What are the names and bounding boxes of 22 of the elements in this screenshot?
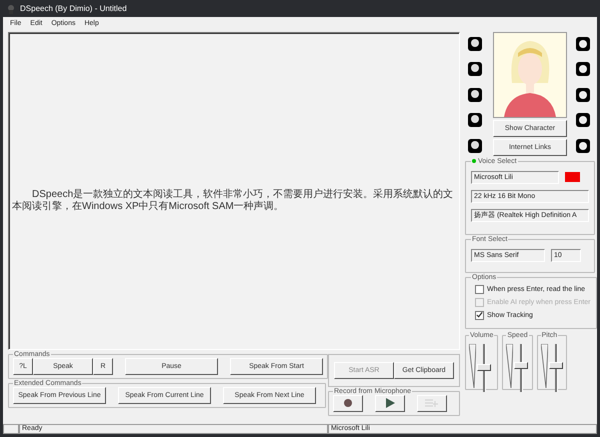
slider-thumb[interactable] — [477, 364, 491, 371]
insert-text-icon — [425, 398, 439, 408]
level-wedge-icon — [540, 344, 548, 388]
document-text: DSpeech是一款独立的文本阅读工具，软件非常小巧，不需要用户进行安装。采用系统默认的文本阅读引擎，在Windows XP中只有Microsoft SAM一种声调。 — [12, 188, 454, 213]
window-title: DSpeech (By Dimio) - Untitled — [20, 4, 127, 13]
level-wedge-icon — [506, 344, 514, 388]
record-button[interactable] — [333, 394, 363, 412]
play-button[interactable] — [375, 394, 405, 412]
checkbox[interactable] — [475, 310, 484, 320]
flag-icon — [565, 172, 580, 182]
text-editor[interactable]: DSpeech是一款独立的文本阅读工具，软件非常小巧，不需要用户进行安装。采用系统默认的文本阅读引擎，在Windows XP中只有Microsoft SAM一种声调。 — [8, 32, 460, 350]
play-icon — [385, 398, 395, 408]
slider[interactable] — [548, 344, 563, 392]
level-wedge-icon — [469, 344, 476, 388]
checkbox[interactable] — [475, 284, 484, 294]
app-icon — [6, 4, 16, 14]
slider[interactable] — [514, 344, 528, 392]
status-panel — [3, 424, 19, 434]
slider-thumb[interactable] — [514, 362, 528, 369]
slider-thumb[interactable] — [548, 362, 563, 369]
slider[interactable] — [477, 344, 491, 392]
record-icon — [344, 399, 352, 408]
